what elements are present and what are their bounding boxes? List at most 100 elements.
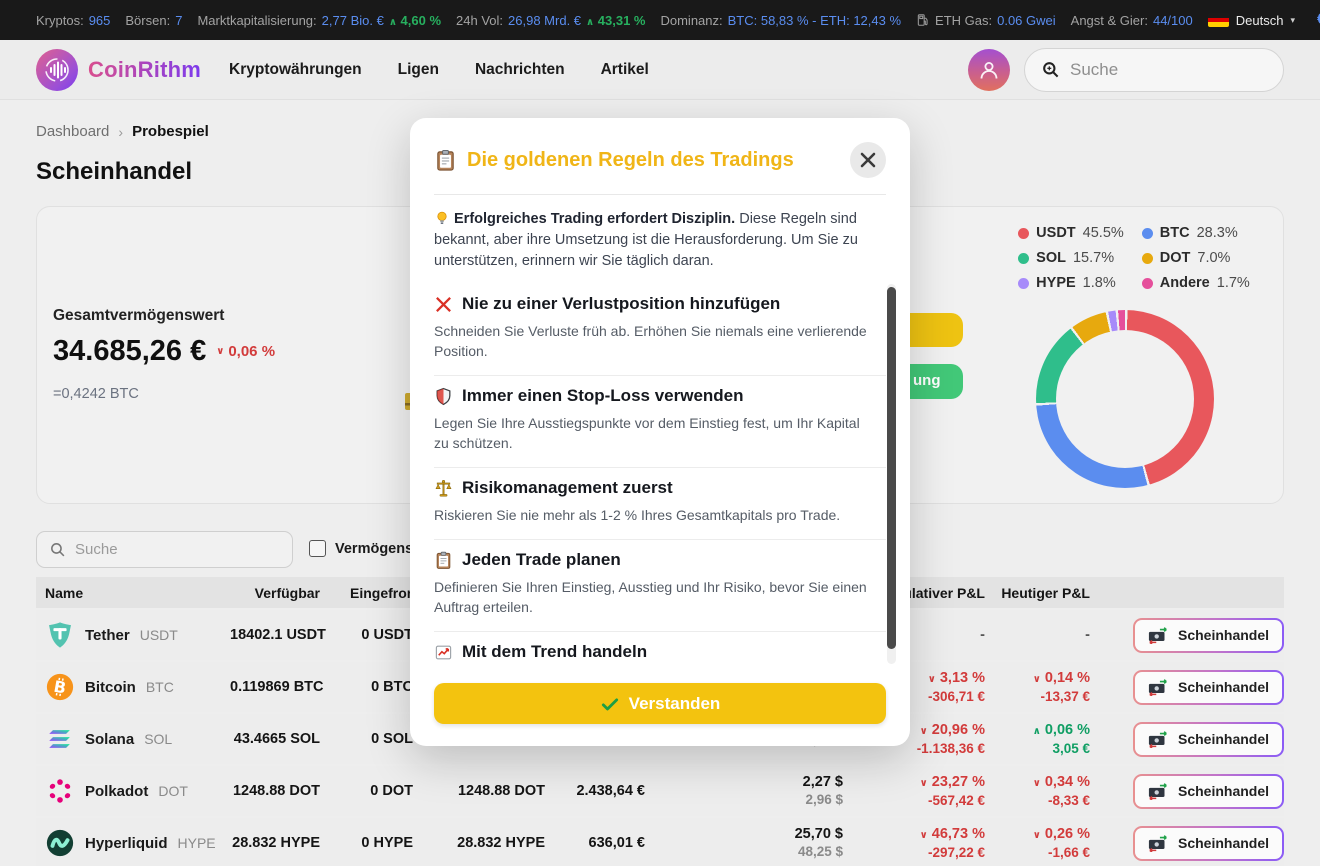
rule-item: Risikomanagement zuerst Riskieren Sie ni… <box>434 468 886 540</box>
mock-trade-icon <box>1148 731 1170 748</box>
asset-hyperliquid[interactable]: HyperliquidHYPE <box>36 828 230 858</box>
asset-solana[interactable]: SolanaSOL <box>36 724 230 754</box>
clipboard-icon <box>434 551 453 570</box>
legend-item: DOT7.0% <box>1142 250 1250 266</box>
frozen-amount: 0 USDT <box>320 627 413 643</box>
scheinhandel-button[interactable]: Scheinhandel <box>1133 826 1284 861</box>
avatar[interactable] <box>968 49 1010 91</box>
stat-24h-vol: 24h Vol:26,98 Mrd. €∧ 43,31 % <box>456 13 645 28</box>
check-icon <box>600 694 620 714</box>
clipboard-icon <box>434 149 457 172</box>
scheinhandel-button[interactable]: Scheinhandel <box>1133 618 1284 653</box>
scheinhandel-button[interactable]: Scheinhandel <box>1133 722 1284 757</box>
search-input[interactable] <box>1070 60 1250 80</box>
legend-item: Andere1.7% <box>1142 275 1250 291</box>
change-up: ∧ 4,60 % <box>389 13 441 28</box>
asset-tether[interactable]: TetherUSDT <box>36 620 230 650</box>
today-pnl: ∨ 0,26 %-1,66 € <box>985 826 1090 861</box>
polkadot-logo-icon <box>45 776 75 806</box>
bitcoin-logo-icon: B <box>45 672 75 702</box>
shield-icon <box>434 387 453 406</box>
mock-trade-icon <box>1148 679 1170 696</box>
fuel-icon <box>916 13 930 27</box>
total-amount: 1248.88 DOT <box>413 783 545 799</box>
value-eur: 636,01 € <box>545 835 645 851</box>
lightbulb-icon <box>434 210 450 226</box>
allocation-legend: USDT45.5% BTC28.3% SOL15.7% DOT7.0% HYPE… <box>1009 225 1259 291</box>
scheinhandel-button[interactable]: Scheinhandel <box>1133 774 1284 809</box>
rule-item: Immer einen Stop-Loss verwenden Legen Si… <box>434 376 886 468</box>
frozen-amount: 0 HYPE <box>320 835 413 851</box>
scheinhandel-button[interactable]: Scheinhandel <box>1133 670 1284 705</box>
available-amount: 18402.1 USDT <box>230 627 320 643</box>
trading-rules-modal: Die goldenen Regeln des Tradings Erfolgr… <box>410 118 910 746</box>
modal-intro: Erfolgreiches Trading erfordert Diszipli… <box>434 209 886 272</box>
asset-bitcoin[interactable]: B BitcoinBTC <box>36 672 230 702</box>
legend-dot <box>1142 228 1153 239</box>
legend-item: SOL15.7% <box>1018 250 1124 266</box>
search-icon <box>1041 60 1060 79</box>
scales-icon <box>434 479 453 498</box>
table-search-input[interactable] <box>75 541 265 558</box>
page-title: Scheinhandel <box>36 158 192 186</box>
today-pnl: - <box>985 627 1090 644</box>
stat-kryptos: Kryptos:965 <box>36 13 110 28</box>
verstanden-button[interactable]: Verstanden <box>434 683 886 724</box>
nav-nachrichten[interactable]: Nachrichten <box>475 61 565 79</box>
stat-eth-gas: ETH Gas:0.06 Gwei <box>916 13 1056 28</box>
language-label: Deutsch <box>1236 13 1284 28</box>
tether-logo-icon <box>45 620 75 650</box>
breadcrumb: Dashboard › Probespiel <box>36 123 209 140</box>
col-header-available: Verfügbar <box>230 585 320 601</box>
x-icon <box>434 295 453 314</box>
hide-zero-balance-checkbox[interactable] <box>309 540 326 557</box>
search-icon <box>49 541 66 558</box>
breadcrumb-dashboard[interactable]: Dashboard <box>36 123 109 140</box>
frozen-amount: 0 BTC <box>320 679 413 695</box>
stat-dominanz: Dominanz:BTC: 58,83 % - ETH: 12,43 % <box>660 13 901 28</box>
coinrithm-logo-icon <box>36 49 78 91</box>
value-eur: 2.438,64 € <box>545 783 645 799</box>
nav-kryptowaehrungen[interactable]: Kryptowährungen <box>229 61 362 79</box>
legend-dot <box>1142 253 1153 264</box>
mock-trade-icon <box>1148 783 1170 800</box>
price-cell: 25,70 $48,25 $ <box>645 826 843 860</box>
total-amount: 28.832 HYPE <box>413 835 545 851</box>
breadcrumb-separator: › <box>118 124 123 140</box>
legend-dot <box>1018 278 1029 289</box>
available-amount: 28.832 HYPE <box>230 835 320 851</box>
cumulative-pnl: ∨ 23,27 %-567,42 € <box>843 774 985 809</box>
close-button[interactable] <box>850 142 886 178</box>
main-nav: Kryptowährungen Ligen Nachrichten Artike… <box>229 61 649 79</box>
nav-ligen[interactable]: Ligen <box>398 61 439 79</box>
col-header-name: Name <box>36 585 230 601</box>
nav-artikel[interactable]: Artikel <box>601 61 649 79</box>
portfolio-value: 34.685,26 € <box>53 335 206 368</box>
table-row[interactable]: PolkadotDOT 1248.88 DOT 0 DOT 1248.88 DO… <box>36 766 1284 816</box>
rule-item: Nie zu einer Verlustposition hinzufügen … <box>434 284 886 376</box>
global-search <box>1024 48 1284 92</box>
scrollbar-thumb[interactable] <box>887 287 896 649</box>
person-icon <box>977 58 1001 82</box>
topbar: Kryptos:965 Börsen:7 Marktkapitalisierun… <box>0 0 1320 40</box>
table-row[interactable]: HyperliquidHYPE 28.832 HYPE 0 HYPE 28.83… <box>36 818 1284 866</box>
mock-trade-icon <box>1148 835 1170 852</box>
allocation-donut-chart <box>1036 310 1214 488</box>
rules-list: Nie zu einer Verlustposition hinzufügen … <box>434 284 886 676</box>
language-selector[interactable]: Deutsch ▾ <box>1208 13 1295 28</box>
legend-dot <box>1018 253 1029 264</box>
breadcrumb-current: Probespiel <box>132 123 209 140</box>
chevron-down-icon: ▾ <box>1290 15 1295 26</box>
stat-marktkapitalisierung: Marktkapitalisierung:2,77 Bio. €∧ 4,60 % <box>197 13 441 28</box>
brand-name: CoinRithm <box>88 57 201 83</box>
today-pnl: ∨ 0,14 %-13,37 € <box>985 670 1090 705</box>
brand-logo[interactable]: CoinRithm <box>36 49 201 91</box>
today-pnl: ∨ 0,34 %-8,33 € <box>985 774 1090 809</box>
stat-angst-gier: Angst & Gier:44/100 <box>1071 13 1193 28</box>
modal-scrollbar <box>887 284 896 664</box>
hyperliquid-logo-icon <box>45 828 75 858</box>
asset-polkadot[interactable]: PolkadotDOT <box>36 776 230 806</box>
price-cell: 2,27 $2,96 $ <box>645 774 843 808</box>
portfolio-change: ∨0,06 % <box>216 343 275 360</box>
legend-dot <box>1142 278 1153 289</box>
